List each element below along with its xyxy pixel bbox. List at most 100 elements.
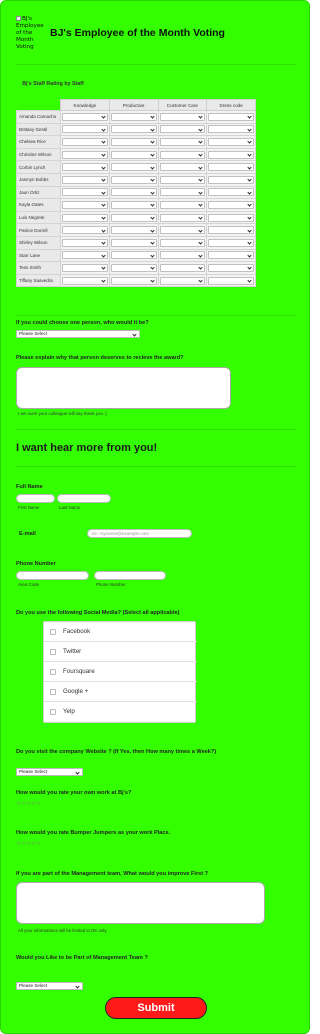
matrix-dropdown[interactable]	[208, 226, 254, 235]
matrix-dropdown[interactable]	[159, 112, 206, 121]
social-option-label: Foursquare	[63, 668, 95, 675]
matrix-dropdown[interactable]	[159, 263, 206, 272]
matrix-dropdown[interactable]	[208, 137, 254, 146]
matrix-dropdown[interactable]	[62, 226, 108, 235]
matrix-dropdown[interactable]	[62, 137, 108, 146]
matrix-dropdown[interactable]	[208, 112, 254, 121]
matrix-dropdown[interactable]	[159, 276, 206, 285]
explain-textarea[interactable]	[16, 367, 231, 409]
matrix-cell	[60, 248, 110, 263]
matrix-dropdown[interactable]	[110, 125, 157, 134]
matrix-dropdown[interactable]	[110, 137, 157, 146]
matrix-dropdown[interactable]	[110, 213, 157, 222]
email-input[interactable]: ex: myname@example.com	[87, 529, 192, 538]
area-code-input[interactable]	[16, 571, 89, 580]
matrix-dropdown[interactable]	[110, 276, 157, 285]
matrix-dropdown[interactable]	[110, 175, 157, 184]
matrix-dropdown[interactable]	[208, 163, 254, 172]
matrix-dropdown[interactable]	[62, 276, 108, 285]
matrix-dropdown[interactable]	[208, 251, 254, 260]
matrix-row-label: Amanda Camacho	[16, 110, 61, 124]
improve-hint: All your informations will be limited to…	[18, 928, 108, 933]
matrix-dropdown[interactable]	[159, 137, 206, 146]
matrix-dropdown[interactable]	[159, 226, 206, 235]
first-name-input[interactable]	[16, 494, 55, 503]
matrix-dropdown[interactable]	[110, 150, 157, 159]
matrix-dropdown[interactable]	[110, 188, 157, 197]
checkbox[interactable]	[50, 628, 56, 635]
matrix-dropdown[interactable]	[208, 263, 254, 272]
matrix-row-label: Kayla Oates	[16, 198, 61, 212]
matrix-dropdown[interactable]	[62, 200, 108, 209]
last-name-input[interactable]	[57, 494, 111, 503]
matrix-dropdown[interactable]	[62, 251, 108, 260]
matrix-row-label: Jaun Ortiz	[16, 185, 61, 200]
checkbox[interactable]	[50, 648, 56, 655]
rate-work-stars[interactable]: ☆☆☆☆☆	[16, 801, 41, 807]
matrix-row-label: Luis Negrete	[16, 210, 61, 225]
matrix-cell	[60, 135, 110, 149]
matrix-dropdown[interactable]	[110, 200, 157, 209]
matrix-dropdown[interactable]	[208, 188, 254, 197]
matrix-cell	[60, 122, 110, 137]
matrix-row-label: Tiffany Saavedra	[16, 273, 61, 288]
social-option-foursquare[interactable]: Foursquare	[44, 662, 197, 682]
matrix-row: Starr Lane	[16, 248, 256, 263]
matrix-dropdown[interactable]	[110, 251, 157, 260]
rate-place-stars[interactable]: ☆☆☆☆☆	[16, 841, 41, 847]
matrix-cell	[108, 223, 159, 237]
matrix-dropdown[interactable]	[159, 163, 206, 172]
matrix-dropdown[interactable]	[159, 251, 206, 260]
matrix-dropdown[interactable]	[62, 150, 108, 159]
matrix-cell	[206, 172, 256, 187]
matrix-dropdown[interactable]	[62, 125, 108, 134]
matrix-dropdown[interactable]	[159, 175, 206, 184]
matrix-dropdown[interactable]	[62, 188, 108, 197]
choose-person-select[interactable]: Please Select	[16, 330, 140, 338]
matrix-dropdown[interactable]	[62, 238, 108, 247]
matrix-dropdown[interactable]	[110, 112, 157, 121]
matrix-dropdown[interactable]	[110, 238, 157, 247]
matrix-cell	[206, 210, 256, 225]
matrix-row: Brittany Gentil	[16, 122, 256, 137]
improve-textarea[interactable]	[16, 882, 265, 924]
management-select[interactable]: Please Select	[16, 982, 83, 990]
matrix-cell	[206, 135, 256, 149]
first-name-sublabel: First Name	[18, 505, 40, 510]
matrix-dropdown[interactable]	[208, 238, 254, 247]
matrix-dropdown[interactable]	[159, 188, 206, 197]
matrix-dropdown[interactable]	[62, 213, 108, 222]
phone-number-input[interactable]	[94, 571, 166, 580]
matrix-cell	[60, 160, 110, 174]
social-option-google-plus[interactable]: Google +	[44, 682, 197, 702]
matrix-dropdown[interactable]	[62, 263, 108, 272]
matrix-dropdown[interactable]	[159, 150, 206, 159]
matrix-dropdown[interactable]	[208, 175, 254, 184]
matrix-dropdown[interactable]	[208, 276, 254, 285]
matrix-dropdown[interactable]	[110, 226, 157, 235]
matrix-caption: Bj's Staff Rating by Staff	[22, 81, 84, 87]
matrix-dropdown[interactable]	[208, 200, 254, 209]
rating-matrix: Knowledge Productive Customer Care Dress co…	[16, 99, 256, 288]
matrix-dropdown[interactable]	[159, 125, 206, 134]
matrix-dropdown[interactable]	[208, 150, 254, 159]
matrix-dropdown[interactable]	[208, 125, 254, 134]
checkbox[interactable]	[50, 688, 56, 695]
matrix-dropdown[interactable]	[62, 163, 108, 172]
social-option-facebook[interactable]: Facebook	[44, 622, 197, 642]
checkbox[interactable]	[50, 708, 56, 715]
matrix-dropdown[interactable]	[159, 213, 206, 222]
matrix-dropdown[interactable]	[159, 238, 206, 247]
matrix-dropdown[interactable]	[62, 112, 108, 121]
checkbox[interactable]	[50, 668, 56, 675]
matrix-dropdown[interactable]	[159, 200, 206, 209]
matrix-dropdown[interactable]	[110, 163, 157, 172]
website-select[interactable]: Please Select	[16, 768, 83, 776]
social-option-yelp[interactable]: Yelp	[44, 702, 197, 723]
matrix-cell	[157, 160, 208, 174]
social-option-twitter[interactable]: Twitter	[44, 642, 197, 662]
submit-button[interactable]: Submit	[105, 997, 207, 1019]
matrix-dropdown[interactable]	[208, 213, 254, 222]
matrix-dropdown[interactable]	[110, 263, 157, 272]
matrix-dropdown[interactable]	[62, 175, 108, 184]
